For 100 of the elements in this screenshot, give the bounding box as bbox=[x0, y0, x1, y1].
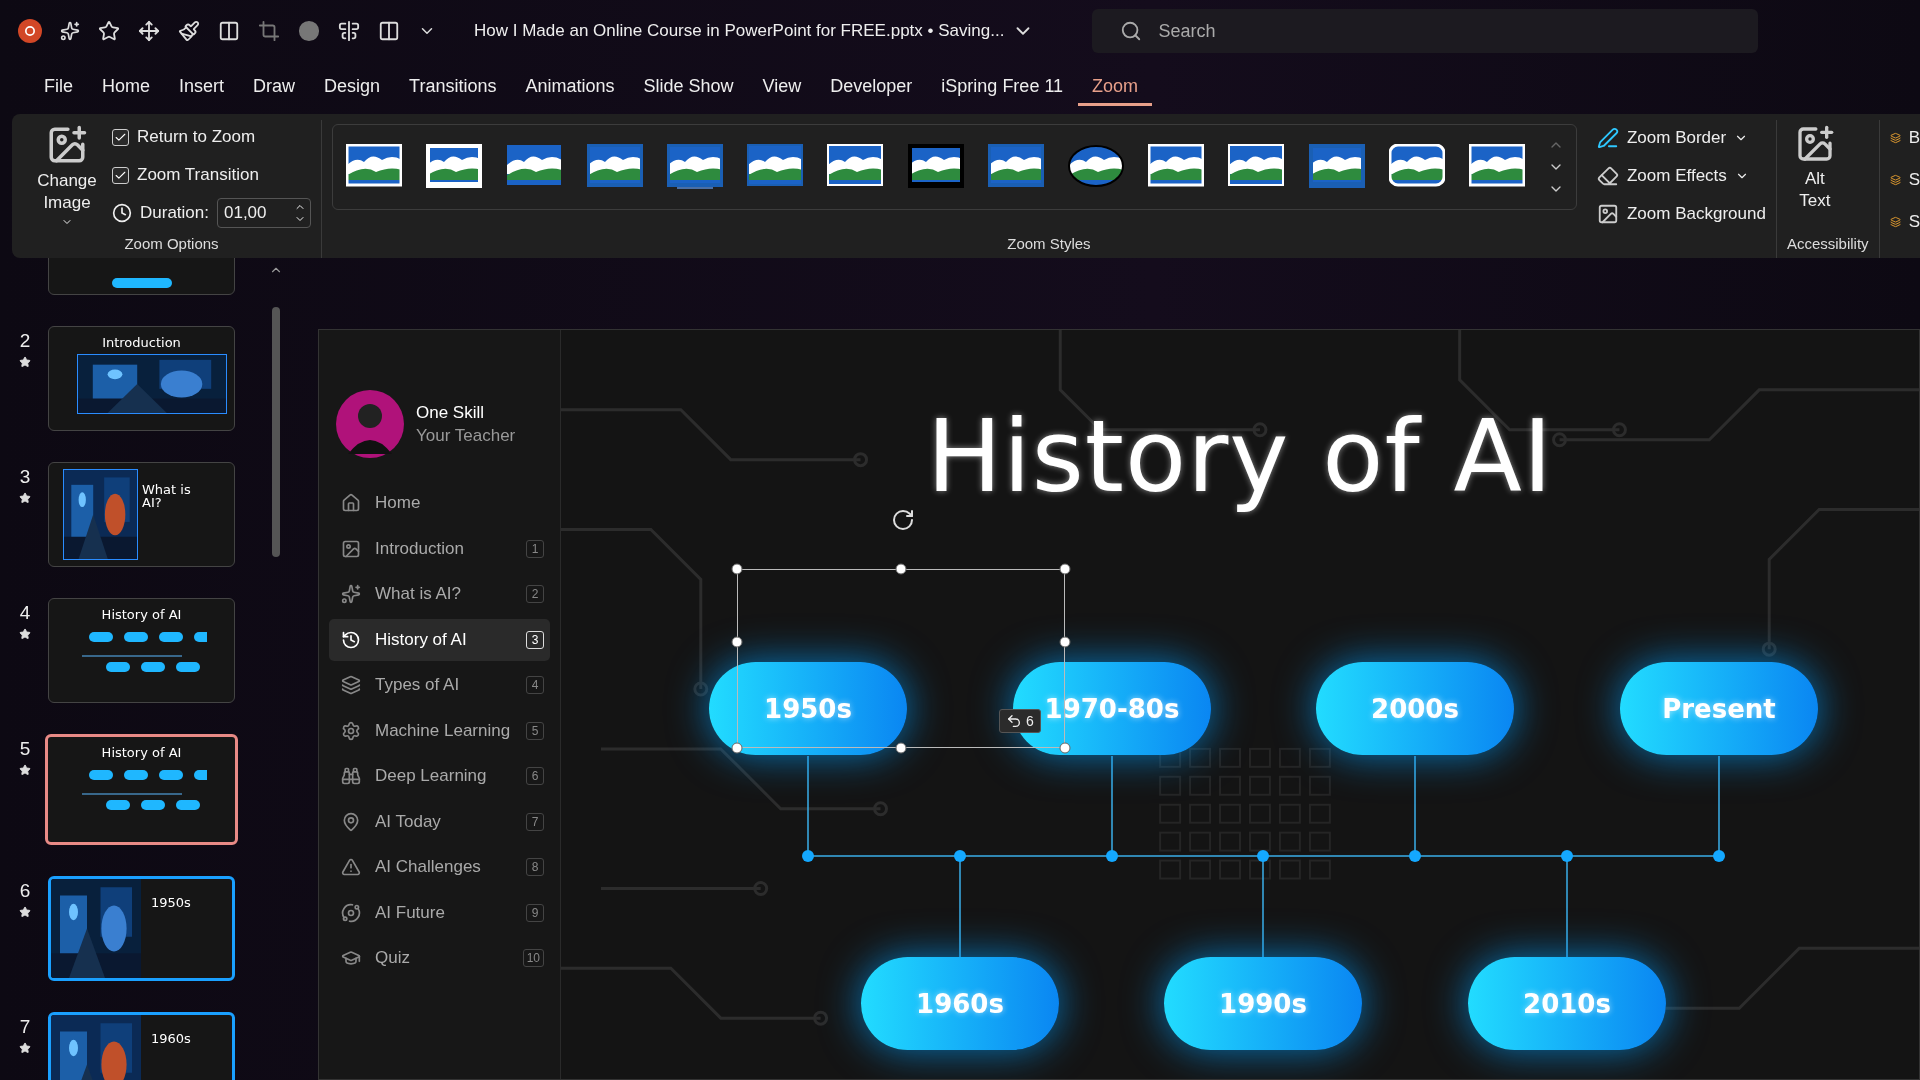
nav-item[interactable]: Machine Learning 5 bbox=[329, 709, 550, 752]
slide-thumbnail[interactable]: What is AI? bbox=[48, 462, 235, 567]
menu-tab[interactable]: View bbox=[748, 70, 816, 106]
shape-icon[interactable] bbox=[298, 20, 320, 42]
brush-icon[interactable] bbox=[178, 20, 200, 42]
checkbox-label: Zoom Transition bbox=[137, 165, 259, 185]
zoom-option-button[interactable]: Zoom Background bbox=[1597, 196, 1766, 232]
zoom-option-button[interactable]: Zoom Effects bbox=[1597, 158, 1766, 194]
star-icon bbox=[19, 356, 31, 368]
duration-field[interactable]: 01,00 bbox=[217, 198, 311, 228]
group-label: Zoom Styles bbox=[1006, 234, 1092, 254]
distribute-icon[interactable] bbox=[378, 20, 400, 42]
profile-name: One Skill bbox=[416, 402, 486, 423]
nav-badge: 8 bbox=[526, 858, 544, 876]
menu-tab[interactable]: Transitions bbox=[395, 70, 511, 106]
menu-tab[interactable]: Design bbox=[310, 70, 395, 106]
home-icon bbox=[341, 493, 361, 513]
slide-thumbnail[interactable]: History of AI bbox=[45, 734, 238, 845]
star-icon bbox=[19, 492, 31, 504]
arrange-button[interactable]: B bbox=[1889, 120, 1920, 156]
resize-handle[interactable] bbox=[1059, 563, 1071, 575]
nav-badge: 3 bbox=[526, 630, 544, 649]
nav-item[interactable]: AI Today 7 bbox=[329, 800, 550, 843]
nav-item[interactable]: Quiz 10 bbox=[329, 937, 550, 979]
crop-icon[interactable] bbox=[258, 20, 280, 42]
clock-icon bbox=[112, 203, 132, 223]
arrange-button[interactable]: S bbox=[1889, 204, 1920, 240]
resize-handle[interactable] bbox=[895, 563, 907, 575]
menu-tab[interactable]: File bbox=[30, 70, 87, 106]
thumbnail-title: What is AI? bbox=[142, 483, 192, 512]
nav-item[interactable]: History of AI 3 bbox=[329, 618, 550, 661]
slide-number: 4 bbox=[19, 602, 31, 624]
checkbox[interactable] bbox=[112, 166, 129, 184]
slide-number: 3 bbox=[19, 466, 31, 488]
search-field[interactable]: Search bbox=[1092, 9, 1759, 53]
checkbox[interactable] bbox=[112, 128, 129, 146]
binoculars-icon bbox=[341, 766, 361, 786]
menu-tab[interactable]: Zoom bbox=[1078, 70, 1153, 106]
layers-icon bbox=[341, 675, 361, 695]
nav-badge: 2 bbox=[526, 585, 544, 603]
align-icon[interactable] bbox=[338, 20, 360, 42]
resize-handle[interactable] bbox=[731, 742, 743, 754]
slide-thumbnail[interactable]: 1960s bbox=[48, 1012, 235, 1080]
thumbnail-title: History of AI bbox=[101, 745, 182, 760]
app-logo-icon[interactable] bbox=[18, 19, 42, 43]
slide-number: 6 bbox=[19, 880, 31, 902]
nav-item[interactable]: Deep Learning 6 bbox=[329, 755, 550, 797]
avatar bbox=[336, 390, 404, 458]
move-icon[interactable] bbox=[138, 20, 160, 42]
menu-tab[interactable]: Developer bbox=[816, 70, 927, 106]
slide-thumbnail[interactable]: 1950s bbox=[48, 876, 235, 981]
resize-handle[interactable] bbox=[731, 563, 743, 575]
sparkle-icon bbox=[341, 584, 361, 604]
slide-thumbnail[interactable]: History of AI bbox=[48, 598, 235, 703]
thumbnail-title: History of AI bbox=[101, 607, 182, 622]
gear-icon bbox=[341, 720, 361, 741]
menu-tab[interactable]: Draw bbox=[239, 70, 310, 106]
nav-badge: 1 bbox=[526, 539, 544, 558]
scrollbar-thumb[interactable] bbox=[272, 307, 280, 557]
resize-handle[interactable] bbox=[895, 742, 907, 754]
change-image-button[interactable]: Change Image bbox=[32, 120, 102, 233]
menu-tab[interactable]: Animations bbox=[511, 70, 629, 106]
rotate-handle-icon[interactable] bbox=[891, 508, 915, 532]
menu-tab[interactable]: Insert bbox=[165, 70, 239, 106]
group-label: Accessibility bbox=[1786, 234, 1869, 254]
star-icon[interactable] bbox=[60, 21, 80, 41]
arrange-button[interactable]: S bbox=[1889, 162, 1920, 198]
nav-badge: 10 bbox=[522, 949, 544, 967]
star-icon bbox=[19, 1042, 31, 1054]
nav-item[interactable]: AI Future 9 bbox=[329, 891, 550, 934]
menu-tab[interactable]: Home bbox=[88, 70, 165, 106]
warning-icon bbox=[341, 857, 361, 877]
resize-handle[interactable] bbox=[1059, 636, 1071, 648]
history-icon bbox=[341, 629, 361, 650]
pen-icon bbox=[1597, 127, 1619, 149]
nav-item[interactable]: Home bbox=[329, 482, 550, 524]
planet-icon bbox=[341, 902, 361, 923]
slide-title: History of AI bbox=[925, 397, 1555, 517]
zoom-option-button[interactable]: Zoom Border bbox=[1597, 120, 1766, 156]
nav-item[interactable]: Types of AI 4 bbox=[329, 664, 550, 706]
alt-text-button[interactable]: Alt Text bbox=[1786, 120, 1843, 217]
star-icon[interactable] bbox=[98, 20, 120, 42]
nav-item[interactable]: Introduction 1 bbox=[329, 527, 550, 570]
star-icon bbox=[19, 906, 31, 918]
nav-item[interactable]: AI Challenges 8 bbox=[329, 846, 550, 888]
thumbnail-title: 1960s bbox=[151, 1031, 191, 1048]
search-icon bbox=[1120, 20, 1143, 42]
star-icon bbox=[19, 764, 31, 776]
nav-badge: 9 bbox=[526, 903, 544, 922]
resize-handle[interactable] bbox=[1059, 742, 1071, 754]
window-title: How I Made an Online Course in PowerPoint for FREE.pptx • Saving... bbox=[474, 21, 1005, 41]
menu-tab[interactable]: Slide Show bbox=[629, 70, 748, 106]
profile-role: Your Teacher bbox=[416, 425, 516, 446]
columns-icon[interactable] bbox=[218, 20, 240, 42]
menu-tab[interactable]: iSpring Free 11 bbox=[927, 70, 1078, 106]
nav-item[interactable]: What is AI? 2 bbox=[329, 573, 550, 615]
group-label: Zoom Options bbox=[123, 234, 220, 254]
zoom-return-tooltip: 6 bbox=[999, 709, 1041, 733]
resize-handle[interactable] bbox=[731, 636, 743, 648]
slide-thumbnail[interactable]: Introduction bbox=[48, 326, 235, 431]
